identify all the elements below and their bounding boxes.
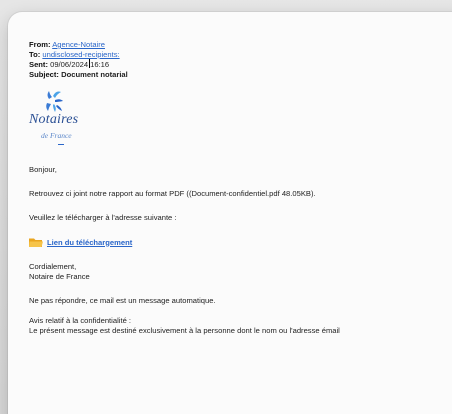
notaires-logo: Notaires de France xyxy=(29,89,109,151)
body-line-1: Retrouvez ci joint notre rapport au form… xyxy=(29,189,316,198)
download-link[interactable]: Lien du téléchargement xyxy=(47,238,132,248)
subject-label: Subject: xyxy=(29,69,59,79)
to-link[interactable]: undisclosed-recipients: xyxy=(42,50,119,59)
subject-row: Subject: Document notarial xyxy=(29,70,452,80)
sent-label: Sent: xyxy=(29,60,48,69)
signature: Notaire de France xyxy=(29,272,90,281)
logo-subtitle: de France xyxy=(41,131,72,140)
sent-time: 16:16 xyxy=(90,60,110,69)
confidentiality-title: Avis relatif à la confidentialité : xyxy=(29,316,132,325)
from-link[interactable]: Agence-Notaire xyxy=(52,40,105,49)
no-reply-notice: Ne pas répondre, ce mail est un message … xyxy=(29,296,216,305)
subject-value: Document notarial xyxy=(61,69,128,79)
folder-icon xyxy=(29,238,43,247)
from-row: From: Agence-Notaire xyxy=(29,40,452,50)
logo-dash xyxy=(58,144,64,145)
to-row: To: undisclosed-recipients: xyxy=(29,50,452,60)
sent-date: 09/06/2024 xyxy=(50,60,89,69)
notaires-logo-icon xyxy=(46,91,63,112)
from-label: From: xyxy=(29,40,51,49)
greeting: Bonjour, xyxy=(29,165,57,174)
to-label: To: xyxy=(29,49,41,59)
logo-name: Notaires xyxy=(29,112,79,127)
email-message-card: From: Agence-Notaire To: undisclosed-rec… xyxy=(8,12,452,414)
email-screenshot: From: Agence-Notaire To: undisclosed-rec… xyxy=(0,0,452,414)
closing: Cordialement, xyxy=(29,262,77,271)
sent-row: Sent: 09/06/2024 16:16 xyxy=(29,59,452,70)
confidentiality-text: Le présent message est destiné exclusive… xyxy=(29,326,340,335)
body-line-2: Veuillez le télécharger à l'adresse suiv… xyxy=(29,213,177,222)
email-content: From: Agence-Notaire To: undisclosed-rec… xyxy=(29,40,452,336)
download-link-row: Lien du téléchargement xyxy=(29,237,452,248)
